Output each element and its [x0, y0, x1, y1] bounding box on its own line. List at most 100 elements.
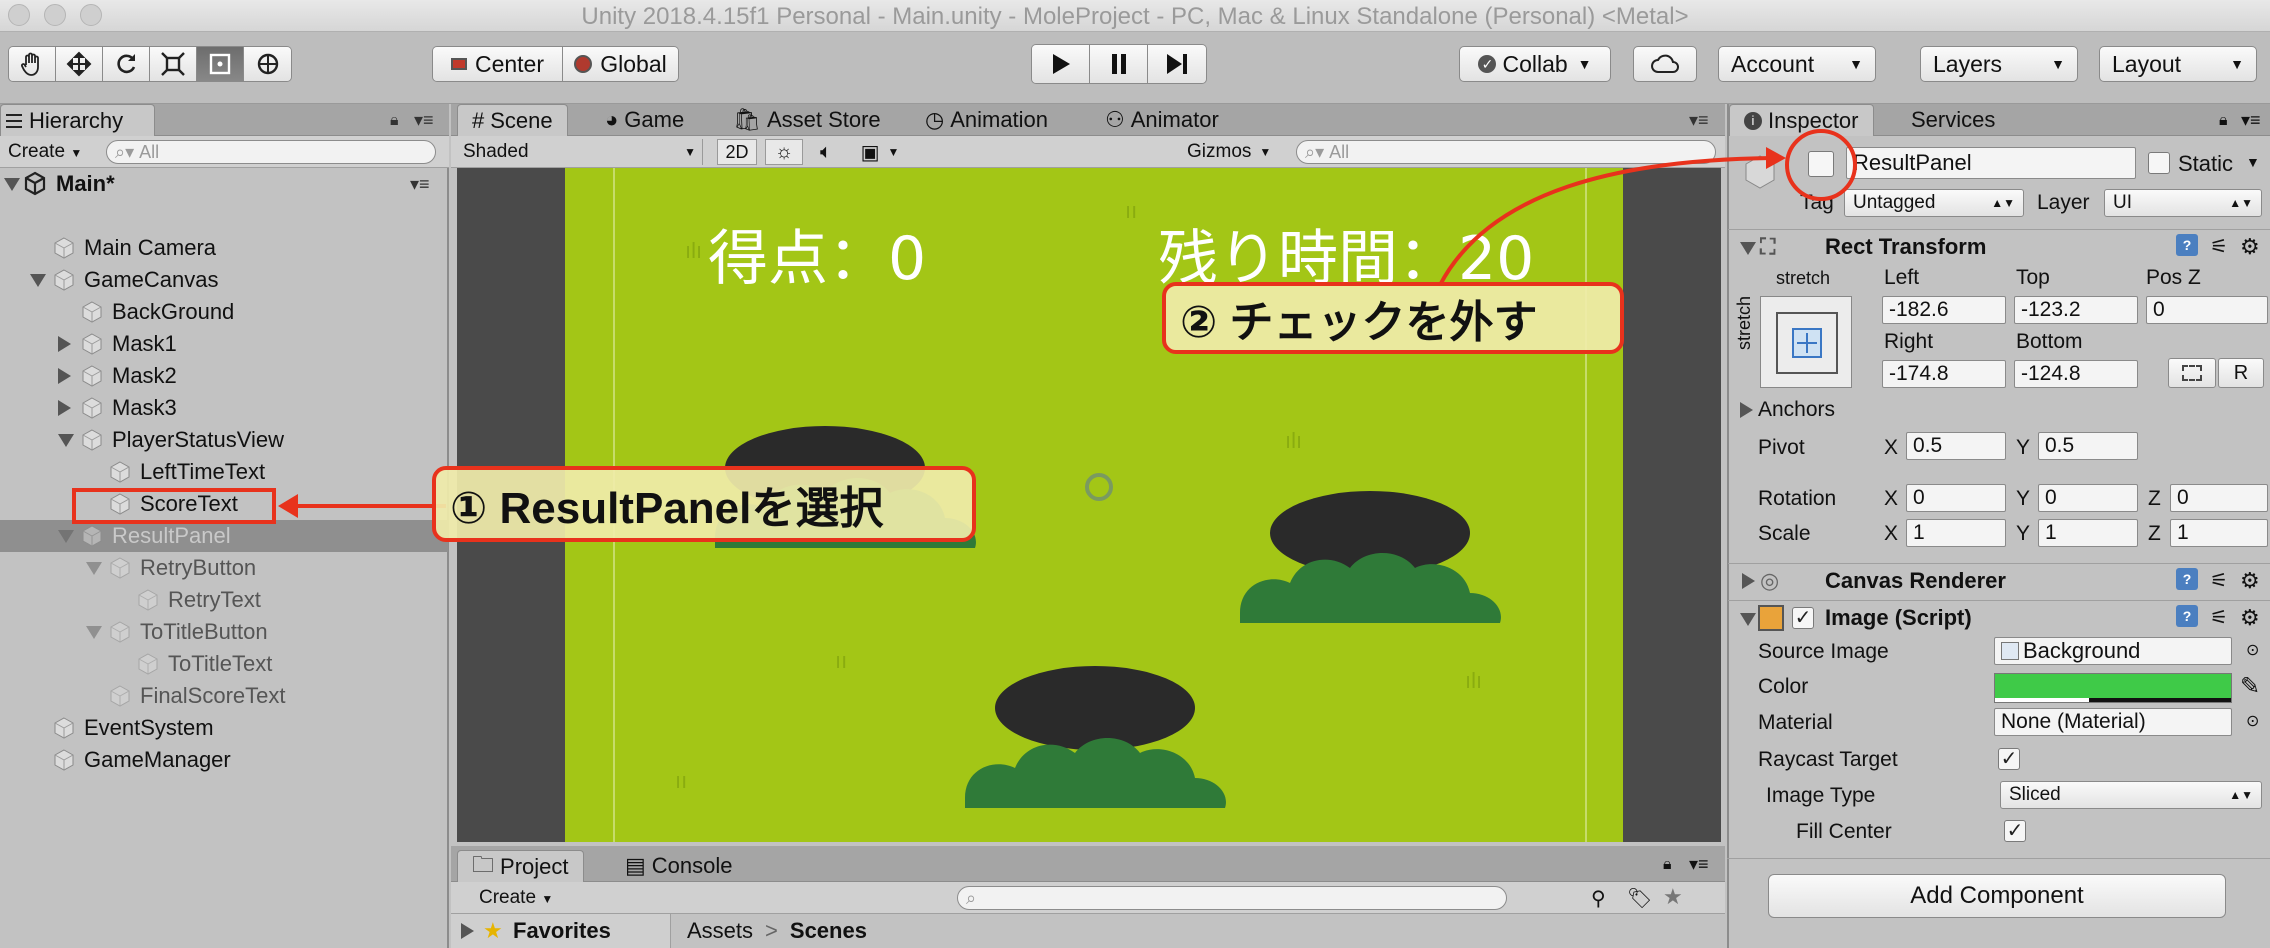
pivot-handle[interactable]: [1085, 473, 1113, 501]
scale-y-field[interactable]: 1: [2038, 519, 2138, 547]
sliders-icon[interactable]: ⚟: [2210, 568, 2228, 593]
tag-icon[interactable]: 🏷︎: [1627, 886, 1652, 911]
fill-center-checkbox[interactable]: ✓: [2004, 820, 2026, 842]
play-button[interactable]: [1032, 45, 1090, 83]
image-enabled-checkbox[interactable]: ✓: [1792, 607, 1814, 629]
material-field[interactable]: None (Material): [1994, 708, 2232, 736]
scene-menu-icon[interactable]: ▾≡: [410, 174, 430, 195]
book-icon[interactable]: ?: [2176, 605, 2198, 627]
hierarchy-item-totitletext[interactable]: ToTitleText: [0, 648, 448, 680]
object-name-field[interactable]: ResultPanel: [1846, 147, 2136, 179]
scale-tool[interactable]: [150, 47, 197, 81]
book-icon[interactable]: ?: [2176, 568, 2198, 590]
object-picker-icon[interactable]: ⊙: [2246, 711, 2259, 731]
effects-toggle[interactable]: ▣ ▼: [851, 139, 909, 165]
pivot-x-field[interactable]: 0.5: [1906, 432, 2006, 460]
color-swatch[interactable]: [1994, 673, 2232, 703]
tab-asset-store[interactable]: 🛍︎ Asset Store: [719, 104, 895, 136]
anchor-presets-button[interactable]: [1760, 296, 1852, 388]
rotation-z-field[interactable]: 0: [2170, 484, 2268, 512]
image-type-dropdown[interactable]: Sliced ▲▼: [2000, 781, 2262, 809]
collapse-arrow-icon[interactable]: [58, 368, 71, 384]
breadcrumb-scenes[interactable]: Scenes: [790, 918, 867, 944]
image-component-header[interactable]: ✓ Image (Script) ? ⚟ ⚙: [1728, 600, 2270, 634]
canvas-renderer-header[interactable]: ◎ Canvas Renderer ? ⚟ ⚙: [1728, 563, 2270, 597]
right-field[interactable]: -174.8: [1882, 360, 2006, 388]
gear-icon[interactable]: ⚙: [2240, 234, 2260, 260]
lock-icon[interactable]: 🔒︎: [1663, 856, 1672, 874]
hand-tool[interactable]: [9, 47, 56, 81]
source-image-field[interactable]: Background: [1994, 637, 2232, 665]
hierarchy-create-button[interactable]: Create ▼: [8, 141, 82, 163]
hierarchy-item-mask2[interactable]: Mask2: [0, 360, 448, 392]
account-dropdown[interactable]: Account ▼: [1718, 46, 1876, 82]
panel-menu-icon[interactable]: ▾≡: [1689, 854, 1709, 875]
pivot-global-button[interactable]: Global: [563, 47, 678, 81]
scale-x-field[interactable]: 1: [1906, 519, 2006, 547]
bottom-field[interactable]: -124.8: [2014, 360, 2138, 388]
cloud-button[interactable]: [1633, 46, 1697, 82]
pivot-center-button[interactable]: Center: [433, 47, 563, 81]
expand-arrow-icon[interactable]: [86, 626, 102, 639]
tab-console[interactable]: ▤ Console: [611, 850, 747, 882]
expand-arrow-icon[interactable]: [86, 562, 102, 575]
scale-z-field[interactable]: 1: [2170, 519, 2268, 547]
hierarchy-item-mask3[interactable]: Mask3: [0, 392, 448, 424]
pivot-y-field[interactable]: 0.5: [2038, 432, 2138, 460]
filter-type-icon[interactable]: ⚲: [1591, 886, 1606, 911]
tab-project[interactable]: 🗀 Project: [457, 850, 584, 882]
book-icon[interactable]: ?: [2176, 234, 2198, 256]
collab-dropdown[interactable]: ✓ Collab ▼: [1459, 46, 1611, 82]
raycast-target-checkbox[interactable]: ✓: [1998, 748, 2020, 770]
sliders-icon[interactable]: ⚟: [2210, 234, 2228, 259]
tab-game[interactable]: ◕ Game: [591, 104, 698, 136]
rotation-y-field[interactable]: 0: [2038, 484, 2138, 512]
top-field[interactable]: -123.2: [2014, 296, 2138, 324]
step-button[interactable]: [1148, 45, 1206, 83]
panel-menu-icon[interactable]: ▾≡: [414, 110, 434, 131]
layer-dropdown[interactable]: UI ▲▼: [2104, 189, 2262, 217]
hierarchy-item-gamecanvas[interactable]: GameCanvas: [0, 264, 448, 296]
gear-icon[interactable]: ⚙: [2240, 568, 2260, 594]
star-icon[interactable]: ★: [1663, 884, 1683, 910]
move-tool[interactable]: [56, 47, 103, 81]
favorites-row[interactable]: ★ Favorites: [451, 914, 671, 948]
lock-icon[interactable]: 🔒︎: [2219, 112, 2228, 130]
hierarchy-item-totitlebutton[interactable]: ToTitleButton: [0, 616, 448, 648]
breadcrumb-assets[interactable]: Assets: [687, 918, 753, 944]
transform-tool[interactable]: [244, 47, 291, 81]
raw-edit-button[interactable]: R: [2218, 358, 2264, 388]
scene-row[interactable]: Main* ▾≡: [0, 168, 448, 200]
rotate-tool[interactable]: [103, 47, 150, 81]
2d-toggle[interactable]: 2D: [717, 139, 757, 165]
hierarchy-item-retrytext[interactable]: RetryText: [0, 584, 448, 616]
hierarchy-item-lefttimetext[interactable]: LeftTimeText: [0, 456, 448, 488]
hierarchy-item-background[interactable]: BackGround: [0, 296, 448, 328]
collapse-arrow-icon[interactable]: [58, 336, 71, 352]
hierarchy-item-playerstatusview[interactable]: PlayerStatusView: [0, 424, 448, 456]
sliders-icon[interactable]: ⚟: [2210, 605, 2228, 630]
project-search-input[interactable]: ⌕: [957, 886, 1507, 910]
layers-dropdown[interactable]: Layers ▼: [1920, 46, 2078, 82]
hierarchy-item-finalscoretext[interactable]: FinalScoreText: [0, 680, 448, 712]
tab-hierarchy[interactable]: Hierarchy: [0, 104, 155, 136]
object-picker-icon[interactable]: ⊙: [2246, 640, 2259, 660]
static-dropdown-icon[interactable]: ▼: [2246, 154, 2260, 170]
expand-arrow-icon[interactable]: [30, 274, 46, 287]
tab-animation[interactable]: ◷ Animation: [911, 104, 1062, 136]
collapse-arrow-icon[interactable]: [58, 400, 71, 416]
posz-field[interactable]: 0: [2146, 296, 2268, 324]
left-field[interactable]: -182.6: [1882, 296, 2006, 324]
hierarchy-search-input[interactable]: ⌕▾ All: [106, 140, 436, 164]
lock-icon[interactable]: 🔒︎: [390, 112, 399, 130]
layout-dropdown[interactable]: Layout ▼: [2099, 46, 2257, 82]
hierarchy-item-main-camera[interactable]: Main Camera: [0, 232, 448, 264]
gear-icon[interactable]: ⚙: [2240, 605, 2260, 631]
rect-tool[interactable]: [197, 47, 244, 81]
expand-arrow-icon[interactable]: [58, 434, 74, 447]
panel-menu-icon[interactable]: ▾≡: [2241, 110, 2261, 131]
anchors-foldout[interactable]: Anchors: [1758, 398, 1835, 422]
eyedropper-icon[interactable]: ✎: [2240, 672, 2260, 701]
hierarchy-item-eventsystem[interactable]: EventSystem: [0, 712, 448, 744]
blueprint-mode-button[interactable]: [2168, 358, 2216, 388]
